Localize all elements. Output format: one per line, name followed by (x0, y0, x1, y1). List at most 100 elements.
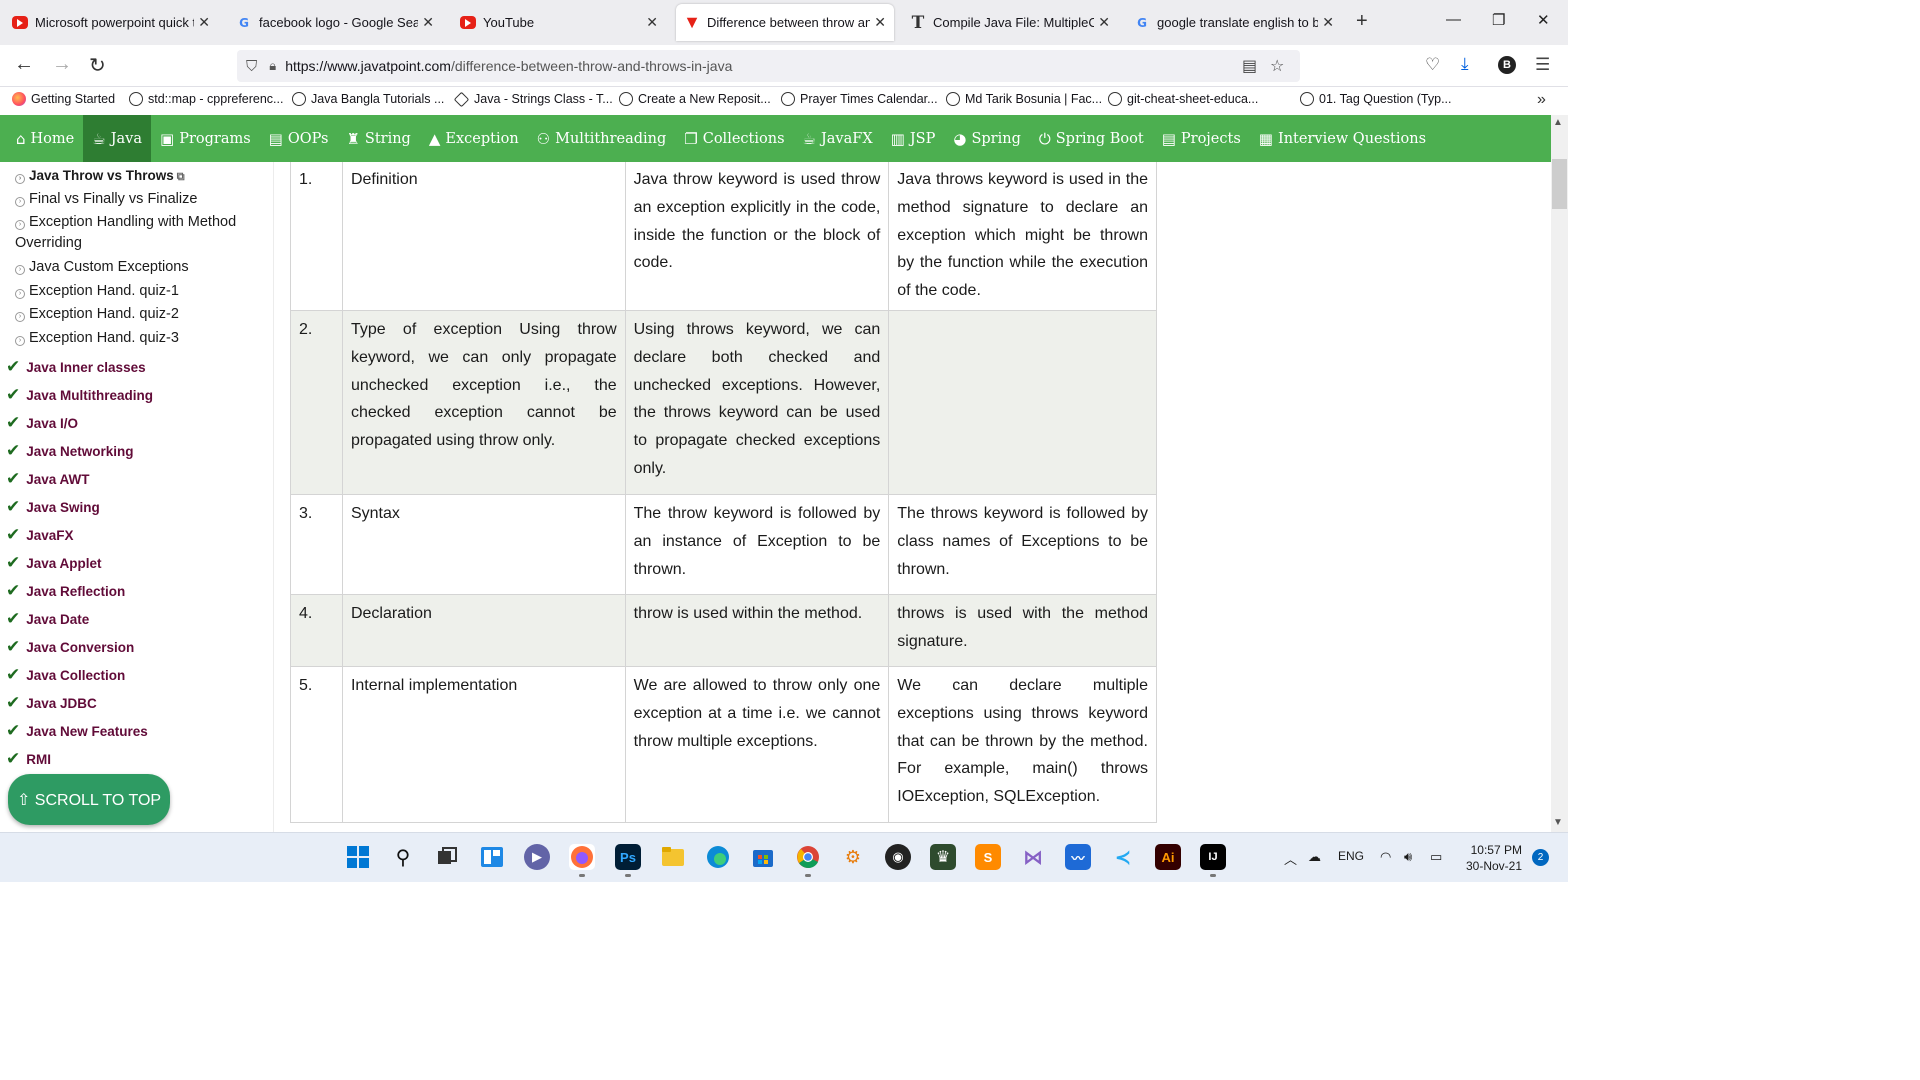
close-icon[interactable]: ✕ (422, 14, 434, 31)
tab-google-translate[interactable]: G google translate english to ban ✕ (1126, 4, 1342, 41)
sidebar-category-javafx[interactable]: ✔ JavaFX (6, 525, 74, 545)
sidebar-item-quiz-1[interactable]: › Exception Hand. quiz-1 (15, 281, 265, 302)
menu-exception[interactable]: ▲ Exception (420, 115, 528, 162)
forward-icon[interactable]: → (52, 53, 72, 76)
bookmark-std-map[interactable]: std::map - cppreferenc... (129, 92, 283, 106)
sidebar-category-reflection[interactable]: ✔ Java Reflection (6, 581, 125, 601)
minimize-icon[interactable]: — (1446, 11, 1461, 28)
close-icon[interactable]: ✕ (1098, 14, 1110, 31)
photoshop-icon[interactable]: Ps (615, 844, 641, 877)
bookmark-java-strings[interactable]: Java - Strings Class - T... (453, 91, 613, 107)
vscode-icon[interactable]: ≺ (1110, 844, 1136, 870)
reload-icon[interactable]: ↻ (89, 53, 106, 78)
sidebar-item-throw-vs-throws[interactable]: › Java Throw vs Throws ⧉ (15, 165, 265, 188)
menu-oops[interactable]: ▤ OOPs (260, 115, 338, 162)
reader-view-icon[interactable]: ▤ (1242, 56, 1257, 76)
sidebar-category-collection[interactable]: ✔ Java Collection (6, 665, 125, 685)
widgets-icon[interactable] (479, 844, 505, 870)
chevron-right-icon[interactable]: » (1537, 91, 1546, 109)
scroll-up-icon[interactable]: ▲ (1553, 117, 1563, 128)
blender-icon[interactable]: ⚙ (840, 844, 866, 870)
lock-icon[interactable]: 🔒︎ (269, 58, 276, 74)
sidebar-category-date[interactable]: ✔ Java Date (6, 609, 89, 629)
chess-icon[interactable]: ♛ (930, 844, 956, 870)
sidebar-category-conversion[interactable]: ✔ Java Conversion (6, 637, 134, 657)
illustrator-icon[interactable]: Ai (1155, 844, 1181, 870)
menu-collections[interactable]: ❐ Collections (675, 115, 793, 162)
sidebar-category-inner-classes[interactable]: ✔ Java Inner classes (6, 357, 146, 377)
chrome-icon[interactable] (795, 844, 821, 877)
tab-facebook-logo[interactable]: G facebook logo - Google Searc ✕ (228, 4, 442, 41)
bookmark-java-bangla[interactable]: Java Bangla Tutorials ... (292, 92, 444, 106)
task-view-icon[interactable] (434, 844, 460, 870)
menu-spring-boot[interactable]: ⏻ Spring Boot (1030, 115, 1153, 162)
tracking-shield-icon[interactable]: ⛉ (246, 58, 257, 75)
scroll-to-top-button[interactable]: ⇧ SCROLL TO TOP (8, 774, 170, 825)
chevron-up-icon[interactable]: ︿ (1284, 849, 1297, 868)
notification-badge[interactable]: 2 (1532, 849, 1549, 866)
sidebar-item-method-overriding[interactable]: › Exception Handling with Method Overridi… (15, 212, 265, 254)
bookmark-prayer-times[interactable]: Prayer Times Calendar... (781, 92, 938, 106)
sidebar-item-custom-exceptions[interactable]: › Java Custom Exceptions (15, 257, 265, 278)
sidebar-category-jdbc[interactable]: ✔ Java JDBC (6, 693, 97, 713)
menu-icon[interactable]: ☰ (1535, 55, 1550, 75)
file-explorer-icon[interactable] (660, 844, 686, 870)
sidebar-category-networking[interactable]: ✔ Java Networking (6, 441, 134, 461)
menu-spring[interactable]: ◕ Spring (944, 115, 1030, 162)
menu-string[interactable]: ♜ String (337, 115, 419, 162)
close-icon[interactable]: ✕ (874, 14, 886, 31)
sidebar-category-applet[interactable]: ✔ Java Applet (6, 553, 102, 573)
menu-interview-questions[interactable]: ▦ Interview Questions (1250, 115, 1435, 162)
sidebar-category-rmi[interactable]: ✔ RMI (6, 749, 51, 769)
close-icon[interactable]: ✕ (1322, 14, 1334, 31)
sidebar-category-multithreading[interactable]: ✔ Java Multithreading (6, 385, 153, 405)
menu-java[interactable]: ☕︎ Java (83, 115, 151, 162)
pocket-icon[interactable]: ♡ (1425, 55, 1440, 75)
store-icon[interactable] (750, 844, 776, 870)
restore-icon[interactable]: ❐ (1492, 11, 1505, 29)
windows-start-icon[interactable] (345, 844, 371, 870)
back-icon[interactable]: ← (14, 53, 34, 76)
whiteboard-icon[interactable]: 〰 (1065, 844, 1091, 870)
tab-throw-vs-throws[interactable]: ▼ Difference between throw and ✕ (676, 4, 894, 41)
scroll-down-icon[interactable]: ▼ (1553, 817, 1563, 828)
onedrive-icon[interactable]: ☁ (1308, 849, 1321, 865)
menu-multithreading[interactable]: ⚇ Multithreading (528, 115, 676, 162)
close-icon[interactable]: ✕ (646, 14, 658, 31)
menu-programs[interactable]: ▣ Programs (151, 115, 260, 162)
sidebar-item-final-finally-finalize[interactable]: › Final vs Finally vs Finalize (15, 189, 265, 210)
close-icon[interactable]: ✕ (198, 14, 210, 31)
bookmark-star-icon[interactable]: ☆ (1270, 56, 1284, 76)
battery-icon[interactable]: ▭ (1430, 849, 1442, 865)
url-text[interactable]: https://www.javatpoint.com/difference-be… (285, 58, 732, 74)
sidebar-category-new-features[interactable]: ✔ Java New Features (6, 721, 148, 741)
bookmark-md-tarik[interactable]: Md Tarik Bosunia | Fac... (946, 92, 1102, 106)
sidebar-category-awt[interactable]: ✔ Java AWT (6, 469, 90, 489)
window-close-icon[interactable]: ✕ (1537, 11, 1550, 29)
clock[interactable]: 10:57 PM 30-Nov-21 (1462, 842, 1522, 874)
bookmark-tag-question[interactable]: 01. Tag Question (Typ... (1300, 92, 1451, 106)
obs-icon[interactable]: ◉ (885, 844, 911, 870)
new-tab-icon[interactable]: + (1356, 10, 1368, 33)
sublime-icon[interactable]: S (975, 844, 1001, 870)
menu-home[interactable]: ⌂ Home (0, 115, 83, 162)
downloads-icon[interactable]: ⤓ (1461, 54, 1469, 74)
menu-javafx[interactable]: ☕︎ JavaFX (794, 115, 882, 162)
search-icon[interactable]: ⚲ (390, 844, 416, 870)
vertical-scrollbar[interactable]: ▲ ▼ (1551, 115, 1568, 832)
tab-compile-java[interactable]: T Compile Java File: MultipleCat ✕ (902, 4, 1118, 41)
bookmark-getting-started[interactable]: Getting Started (12, 92, 115, 106)
tab-powerpoint[interactable]: Microsoft powerpoint quick tu ✕ (4, 4, 218, 41)
menu-projects[interactable]: ▤ Projects (1153, 115, 1250, 162)
menu-jsp[interactable]: ▥ JSP (882, 115, 945, 162)
sidebar-item-quiz-3[interactable]: › Exception Hand. quiz-3 (15, 328, 265, 349)
bookmark-git-cheat-sheet[interactable]: git-cheat-sheet-educa... (1108, 92, 1258, 106)
scrollbar-thumb[interactable] (1552, 159, 1567, 209)
firefox-icon[interactable] (569, 844, 595, 877)
sidebar-item-quiz-2[interactable]: › Exception Hand. quiz-2 (15, 304, 265, 325)
chat-icon[interactable]: ▶ (524, 844, 550, 870)
bookmark-new-repository[interactable]: Create a New Reposit... (619, 92, 771, 106)
account-avatar[interactable]: B (1498, 56, 1516, 74)
tab-youtube[interactable]: YouTube ✕ (452, 4, 666, 41)
language-indicator[interactable]: ENG (1338, 849, 1364, 863)
